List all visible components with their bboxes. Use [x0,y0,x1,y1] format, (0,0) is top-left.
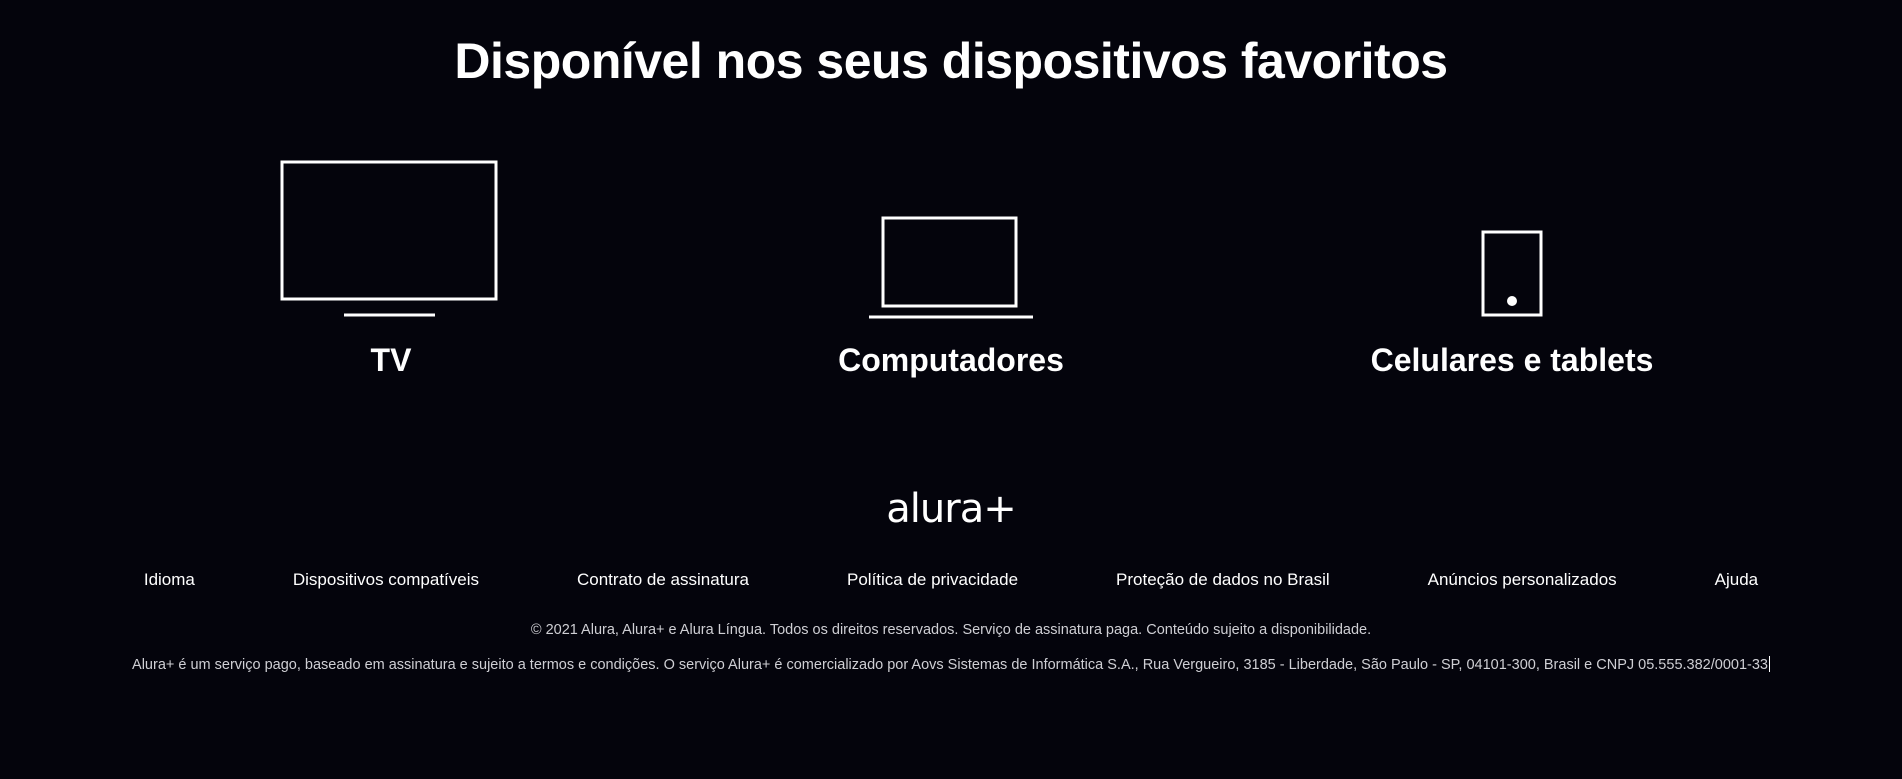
alura-plus-logo[interactable]: alura+ [0,486,1902,532]
device-tv: TV [181,150,601,379]
footer-link-privacy-policy[interactable]: Política de privacidade [847,570,1018,590]
legal-notice-text: Alura+ é um serviço pago, baseado em ass… [132,657,1768,673]
footer-link-data-protection[interactable]: Proteção de dados no Brasil [1116,570,1330,590]
footer-link-subscription-agreement[interactable]: Contrato de assinatura [577,570,749,590]
footer-link-compatible-devices[interactable]: Dispositivos compatíveis [293,570,479,590]
laptop-icon [869,216,1033,319]
tablet-icon [1481,230,1543,317]
footer-link-language[interactable]: Idioma [144,570,195,590]
device-label-computers: Computadores [838,342,1064,378]
section-heading: Disponível nos seus dispositivos favorit… [454,33,1448,89]
device-computers: Computadores [741,150,1161,379]
footer-link-help[interactable]: Ajuda [1715,570,1758,590]
copyright-text: © 2021 Alura, Alura+ e Alura Língua. Tod… [530,622,1372,638]
device-label-tv: TV [370,342,412,378]
device-label-mobile: Celulares e tablets [1370,342,1654,378]
legal-notice: Alura+ é um serviço pago, baseado em ass… [0,656,1902,673]
footer-link-personalized-ads[interactable]: Anúncios personalizados [1428,570,1617,590]
tv-icon [280,160,498,317]
device-mobile: Celulares e tablets [1302,150,1722,379]
footer-nav: Idioma Dispositivos compatíveis Contrato… [0,570,1902,590]
text-cursor [1768,656,1770,672]
